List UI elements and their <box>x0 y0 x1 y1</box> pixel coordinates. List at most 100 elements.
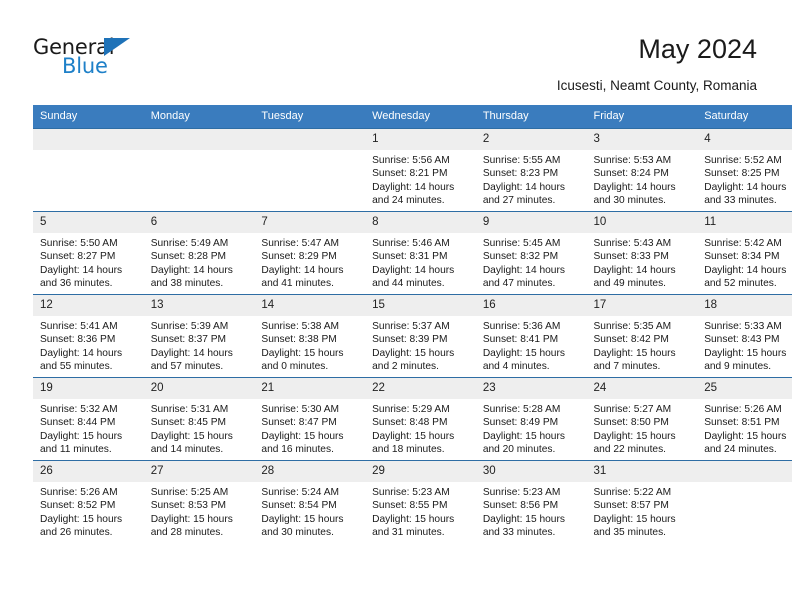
sunrise-text: Sunrise: 5:50 AM <box>40 238 118 249</box>
day-cell[interactable]: 19 Sunrise: 5:32 AM Sunset: 8:44 PM Dayligh… <box>33 377 144 461</box>
sunset-text: Sunset: 8:32 PM <box>482 251 559 263</box>
day-info: Sunrise: 5:38 AM Sunset: 8:38 PM Daylight:… <box>254 316 365 374</box>
daylight-text-line1: Daylight: 14 hours <box>40 264 123 276</box>
day-info: Sunrise: 5:28 AM Sunset: 8:49 PM Daylight:… <box>476 399 587 457</box>
day-info: Sunrise: 5:27 AM Sunset: 8:50 PM Daylight:… <box>587 399 698 457</box>
daylight-text-line1: Daylight: 14 hours <box>372 181 455 193</box>
day-cell[interactable]: 29 Sunrise: 5:23 AM Sunset: 8:55 PM Dayligh… <box>365 460 476 543</box>
day-cell[interactable] <box>143 128 255 212</box>
sunset-text: Sunset: 8:33 PM <box>593 251 669 263</box>
day-number: 28 <box>254 461 366 482</box>
week-row: 19 Sunrise: 5:32 AM Sunset: 8:44 PM Dayligh… <box>33 377 792 461</box>
day-cell[interactable]: 10 Sunrise: 5:43 AM Sunset: 8:33 PM Dayligh… <box>586 211 698 295</box>
sunrise-text: Sunrise: 5:56 AM <box>372 155 450 166</box>
sunrise-text: Sunrise: 5:46 AM <box>372 238 450 249</box>
sunset-text: Sunset: 8:57 PM <box>593 500 669 512</box>
day-cell[interactable] <box>697 460 792 543</box>
day-info: Sunrise: 5:55 AM Sunset: 8:23 PM Daylight:… <box>476 150 587 208</box>
daylight-text-line1: Daylight: 15 hours <box>482 347 565 359</box>
day-cell[interactable]: 16 Sunrise: 5:36 AM Sunset: 8:41 PM Dayligh… <box>475 294 587 378</box>
day-cell[interactable]: 31 Sunrise: 5:22 AM Sunset: 8:57 PM Dayligh… <box>586 460 698 543</box>
day-cell[interactable]: 4 Sunrise: 5:52 AM Sunset: 8:25 PM Daylight… <box>697 128 792 212</box>
day-number: 13 <box>143 295 255 316</box>
day-cell[interactable]: 7 Sunrise: 5:47 AM Sunset: 8:29 PM Daylight… <box>254 211 366 295</box>
calendar-table: Sunday Monday Tuesday Wednesday Thursday… <box>33 105 792 543</box>
day-cell[interactable]: 30 Sunrise: 5:23 AM Sunset: 8:56 PM Dayligh… <box>475 460 587 543</box>
daylight-text-line2: and 47 minutes. <box>482 278 556 290</box>
day-cell[interactable]: 13 Sunrise: 5:39 AM Sunset: 8:37 PM Dayligh… <box>143 294 255 378</box>
day-cell[interactable]: 17 Sunrise: 5:35 AM Sunset: 8:42 PM Dayligh… <box>586 294 698 378</box>
day-number: 12 <box>33 295 144 316</box>
day-cell[interactable]: 24 Sunrise: 5:27 AM Sunset: 8:50 PM Dayligh… <box>586 377 698 461</box>
daylight-text-line2: and 49 minutes. <box>593 278 667 290</box>
sunrise-text: Sunrise: 5:27 AM <box>593 404 672 415</box>
day-number: 27 <box>143 461 255 482</box>
day-cell[interactable]: 1 Sunrise: 5:56 AM Sunset: 8:21 PM Daylight… <box>365 128 476 212</box>
day-cell[interactable]: 23 Sunrise: 5:28 AM Sunset: 8:49 PM Dayligh… <box>475 377 587 461</box>
daylight-text-line2: and 4 minutes. <box>482 361 550 373</box>
day-info: Sunrise: 5:29 AM Sunset: 8:48 PM Daylight:… <box>365 399 476 457</box>
day-info <box>33 150 144 154</box>
sunrise-text: Sunrise: 5:23 AM <box>372 487 450 498</box>
weekday-header-tuesday: Tuesday <box>254 105 366 129</box>
day-number: 26 <box>33 461 144 482</box>
day-number: 21 <box>254 378 366 399</box>
day-cell[interactable]: 27 Sunrise: 5:25 AM Sunset: 8:53 PM Dayligh… <box>143 460 255 543</box>
day-number: 29 <box>365 461 476 482</box>
day-info: Sunrise: 5:56 AM Sunset: 8:21 PM Daylight:… <box>365 150 476 208</box>
sunset-text: Sunset: 8:43 PM <box>704 334 780 346</box>
sunrise-text: Sunrise: 5:41 AM <box>40 321 118 332</box>
daylight-text-line2: and 24 minutes. <box>372 195 445 207</box>
day-cell[interactable]: 6 Sunrise: 5:49 AM Sunset: 8:28 PM Daylight… <box>143 211 255 295</box>
day-cell[interactable]: 21 Sunrise: 5:30 AM Sunset: 8:47 PM Dayligh… <box>254 377 366 461</box>
day-cell[interactable]: 14 Sunrise: 5:38 AM Sunset: 8:38 PM Dayligh… <box>254 294 366 378</box>
day-cell[interactable]: 3 Sunrise: 5:53 AM Sunset: 8:24 PM Daylight… <box>586 128 698 212</box>
week-row: 1 Sunrise: 5:56 AM Sunset: 8:21 PM Daylight… <box>33 128 792 212</box>
daylight-text-line1: Daylight: 14 hours <box>372 264 455 276</box>
day-cell[interactable]: 11 Sunrise: 5:42 AM Sunset: 8:34 PM Dayligh… <box>697 211 792 295</box>
day-cell[interactable]: 12 Sunrise: 5:41 AM Sunset: 8:36 PM Dayligh… <box>33 294 144 378</box>
day-cell[interactable]: 15 Sunrise: 5:37 AM Sunset: 8:39 PM Dayligh… <box>365 294 476 378</box>
sunset-text: Sunset: 8:45 PM <box>150 417 227 429</box>
sunset-text: Sunset: 8:49 PM <box>482 417 559 429</box>
daylight-text-line1: Daylight: 14 hours <box>593 264 676 276</box>
daylight-text-line1: Daylight: 14 hours <box>704 264 787 276</box>
sunrise-text: Sunrise: 5:42 AM <box>704 238 782 249</box>
day-cell[interactable]: 5 Sunrise: 5:50 AM Sunset: 8:27 PM Daylight… <box>33 211 144 295</box>
day-cell[interactable]: 22 Sunrise: 5:29 AM Sunset: 8:48 PM Dayligh… <box>365 377 476 461</box>
day-cell[interactable]: 9 Sunrise: 5:45 AM Sunset: 8:32 PM Daylight… <box>475 211 587 295</box>
daylight-text-line1: Daylight: 14 hours <box>482 181 565 193</box>
daylight-text-line1: Daylight: 15 hours <box>372 430 455 442</box>
sunrise-text: Sunrise: 5:55 AM <box>482 155 561 166</box>
day-info: Sunrise: 5:49 AM Sunset: 8:28 PM Daylight:… <box>144 233 255 291</box>
sunset-text: Sunset: 8:28 PM <box>150 251 227 263</box>
day-cell[interactable]: 2 Sunrise: 5:55 AM Sunset: 8:23 PM Daylight… <box>475 128 587 212</box>
day-number: 23 <box>475 378 587 399</box>
general-blue-logo[interactable]: General Blue <box>33 36 193 82</box>
day-number: 2 <box>475 129 587 150</box>
day-cell[interactable]: 25 Sunrise: 5:26 AM Sunset: 8:51 PM Dayligh… <box>697 377 792 461</box>
day-info: Sunrise: 5:33 AM Sunset: 8:43 PM Daylight:… <box>697 316 792 374</box>
day-info <box>144 150 255 154</box>
day-info: Sunrise: 5:43 AM Sunset: 8:33 PM Daylight:… <box>587 233 698 291</box>
daylight-text-line2: and 30 minutes. <box>261 527 334 539</box>
day-info: Sunrise: 5:50 AM Sunset: 8:27 PM Daylight:… <box>33 233 144 291</box>
sunrise-text: Sunrise: 5:24 AM <box>261 487 339 498</box>
day-cell[interactable]: 20 Sunrise: 5:31 AM Sunset: 8:45 PM Dayligh… <box>143 377 255 461</box>
weekday-header-wednesday: Wednesday <box>365 105 476 129</box>
daylight-text-line2: and 24 minutes. <box>704 444 777 456</box>
day-cell[interactable]: 26 Sunrise: 5:26 AM Sunset: 8:52 PM Dayligh… <box>33 460 144 543</box>
day-info: Sunrise: 5:37 AM Sunset: 8:39 PM Daylight:… <box>365 316 476 374</box>
day-cell[interactable]: 18 Sunrise: 5:33 AM Sunset: 8:43 PM Dayligh… <box>697 294 792 378</box>
day-cell[interactable]: 28 Sunrise: 5:24 AM Sunset: 8:54 PM Dayligh… <box>254 460 366 543</box>
day-info: Sunrise: 5:42 AM Sunset: 8:34 PM Daylight:… <box>697 233 792 291</box>
day-cell[interactable] <box>254 128 366 212</box>
day-cell[interactable]: 8 Sunrise: 5:46 AM Sunset: 8:31 PM Daylight… <box>365 211 476 295</box>
sunset-text: Sunset: 8:34 PM <box>704 251 780 263</box>
sunset-text: Sunset: 8:56 PM <box>482 500 559 512</box>
day-number <box>697 461 792 482</box>
sunset-text: Sunset: 8:50 PM <box>593 417 669 429</box>
sunrise-text: Sunrise: 5:43 AM <box>593 238 672 249</box>
day-cell[interactable] <box>33 128 144 212</box>
daylight-text-line1: Daylight: 15 hours <box>261 430 344 442</box>
